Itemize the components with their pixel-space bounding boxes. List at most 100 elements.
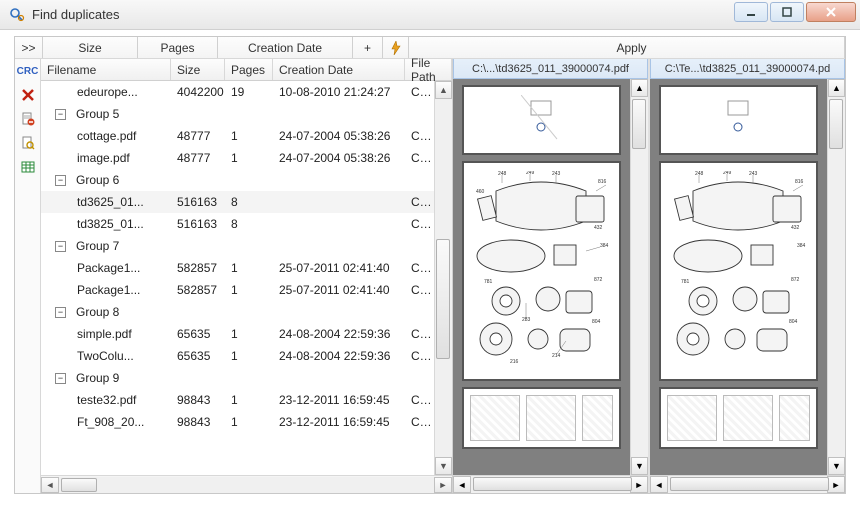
collapse-icon[interactable]: − xyxy=(55,109,66,120)
table-row[interactable]: image.pdf48777124-07-2004 05:38:26C:\Te xyxy=(41,147,434,169)
cell-path: C:\Te xyxy=(405,327,434,341)
table-row[interactable]: cottage.pdf48777124-07-2004 05:38:26C:\T… xyxy=(41,125,434,147)
criteria-expand-button[interactable]: >> xyxy=(15,37,43,58)
table-row[interactable]: Ft_908_20...98843123-12-2011 16:59:45C:\… xyxy=(41,411,434,433)
collapse-icon[interactable]: − xyxy=(55,241,66,252)
collapse-icon[interactable]: − xyxy=(55,307,66,318)
group-label: −Group 6 xyxy=(45,173,434,187)
group-row[interactable]: −Group 5 xyxy=(41,103,434,125)
preview-vscrollbar[interactable]: ▲ ▼ xyxy=(630,79,648,475)
preview-left-body[interactable]: 248249243 816460432 384283781 872214804 … xyxy=(453,79,648,475)
scroll-left-icon[interactable]: ◄ xyxy=(650,476,668,493)
cell-filename: teste32.pdf xyxy=(41,393,171,407)
table-row[interactable]: TwoColu...65635124-08-2004 22:59:36C:\Te xyxy=(41,345,434,367)
scroll-left-icon[interactable]: ◄ xyxy=(453,476,471,493)
close-button[interactable] xyxy=(806,2,856,22)
svg-text:804: 804 xyxy=(789,319,798,325)
crc-tool-icon[interactable]: CRC xyxy=(18,61,38,81)
preview-hscrollbar[interactable]: ◄ ► xyxy=(650,475,845,493)
header-size[interactable]: Size xyxy=(171,59,225,80)
collapse-icon[interactable]: − xyxy=(55,373,66,384)
lightning-icon[interactable] xyxy=(383,37,409,58)
page-thumb[interactable]: 248249243 816460432 384283781 872214804 … xyxy=(462,161,621,381)
scroll-up-icon[interactable]: ▲ xyxy=(828,79,845,97)
page-thumb[interactable] xyxy=(659,387,818,449)
table-row[interactable]: Package1...582857125-07-2011 02:41:40C:\… xyxy=(41,279,434,301)
header-date[interactable]: Creation Date xyxy=(273,59,405,80)
scroll-thumb-h[interactable] xyxy=(670,477,829,491)
cell-filename: image.pdf xyxy=(41,151,171,165)
table-row[interactable]: edeurope...40422001910-08-2010 21:24:27C… xyxy=(41,81,434,103)
scroll-thumb[interactable] xyxy=(436,239,450,359)
table-vscrollbar[interactable]: ▲ ▼ xyxy=(434,81,452,475)
group-row[interactable]: −Group 9 xyxy=(41,367,434,389)
criteria-add-button[interactable]: + xyxy=(353,37,383,58)
svg-text:248: 248 xyxy=(498,171,507,177)
scroll-down-icon[interactable]: ▼ xyxy=(828,457,845,475)
page-thumb[interactable] xyxy=(462,85,621,155)
scroll-right-icon[interactable]: ► xyxy=(827,476,845,493)
scroll-down-icon[interactable]: ▼ xyxy=(435,457,452,475)
table-hscrollbar[interactable]: ◄ ► xyxy=(41,475,452,493)
page-thumb[interactable] xyxy=(659,85,818,155)
page-thumb[interactable] xyxy=(462,387,621,449)
preview-right: C:\Te...\td3825_011_39000074.pd xyxy=(650,59,845,493)
header-pages[interactable]: Pages xyxy=(225,59,273,80)
scroll-left-icon[interactable]: ◄ xyxy=(41,477,59,493)
header-filename[interactable]: Filename xyxy=(41,59,171,80)
group-row[interactable]: −Group 7 xyxy=(41,235,434,257)
export-excel-tool-icon[interactable] xyxy=(18,157,38,177)
window-title: Find duplicates xyxy=(32,7,732,22)
table-row[interactable]: simple.pdf65635124-08-2004 22:59:36C:\Te xyxy=(41,323,434,345)
page-thumb[interactable]: 248249243 816432 384781 872804 xyxy=(659,161,818,381)
cell-pages: 1 xyxy=(225,261,273,275)
minimize-button[interactable] xyxy=(734,2,768,22)
scroll-right-icon[interactable]: ► xyxy=(630,476,648,493)
preview-right-body[interactable]: 248249243 816432 384781 872804 xyxy=(650,79,845,475)
scroll-up-icon[interactable]: ▲ xyxy=(435,81,452,99)
table-header: Filename Size Pages Creation Date File P… xyxy=(41,59,452,81)
group-row[interactable]: −Group 6 xyxy=(41,169,434,191)
table-row[interactable]: teste32.pdf98843123-12-2011 16:59:45C:\T… xyxy=(41,389,434,411)
svg-text:283: 283 xyxy=(522,317,531,323)
criteria-size[interactable]: Size xyxy=(43,37,138,58)
cell-pages: 1 xyxy=(225,129,273,143)
cell-pages: 1 xyxy=(225,283,273,297)
preview-hscrollbar[interactable]: ◄ ► xyxy=(453,475,648,493)
cell-size: 98843 xyxy=(171,415,225,429)
header-path[interactable]: File Path xyxy=(405,59,452,80)
cell-size: 582857 xyxy=(171,261,225,275)
scroll-up-icon[interactable]: ▲ xyxy=(631,79,648,97)
scroll-down-icon[interactable]: ▼ xyxy=(631,457,648,475)
page-delete-tool-icon[interactable] xyxy=(18,109,38,129)
cell-path: C:\Te xyxy=(405,349,434,363)
apply-button[interactable]: Apply xyxy=(409,37,845,58)
cell-size: 516163 xyxy=(171,195,225,209)
table-row[interactable]: Package1...582857125-07-2011 02:41:40C:\… xyxy=(41,257,434,279)
cell-path: C:\Te xyxy=(405,195,434,209)
cell-date: 24-07-2004 05:38:26 xyxy=(273,151,405,165)
page-search-tool-icon[interactable] xyxy=(18,133,38,153)
scroll-thumb-h[interactable] xyxy=(473,477,632,491)
criteria-date[interactable]: Creation Date xyxy=(218,37,353,58)
scroll-right-icon[interactable]: ► xyxy=(434,477,452,493)
cell-pages: 1 xyxy=(225,349,273,363)
cell-pages: 8 xyxy=(225,195,273,209)
criteria-pages[interactable]: Pages xyxy=(138,37,218,58)
scroll-thumb[interactable] xyxy=(829,99,843,149)
delete-tool-icon[interactable] xyxy=(18,85,38,105)
group-row[interactable]: −Group 8 xyxy=(41,301,434,323)
preview-vscrollbar[interactable]: ▲ ▼ xyxy=(827,79,845,475)
maximize-button[interactable] xyxy=(770,2,804,22)
cell-filename: simple.pdf xyxy=(41,327,171,341)
cell-size: 48777 xyxy=(171,151,225,165)
scroll-thumb[interactable] xyxy=(632,99,646,149)
collapse-icon[interactable]: − xyxy=(55,175,66,186)
cell-path: C:\Te xyxy=(405,261,434,275)
cell-filename: td3625_01... xyxy=(41,195,171,209)
side-toolbar: CRC xyxy=(15,59,41,493)
scroll-thumb-h[interactable] xyxy=(61,478,97,492)
table-row[interactable]: td3825_01...5161638C:\Te xyxy=(41,213,434,235)
table-row[interactable]: td3625_01...5161638 C:\Te xyxy=(41,191,434,213)
preview-left: C:\...\td3625_011_39000074.pdf xyxy=(453,59,650,493)
